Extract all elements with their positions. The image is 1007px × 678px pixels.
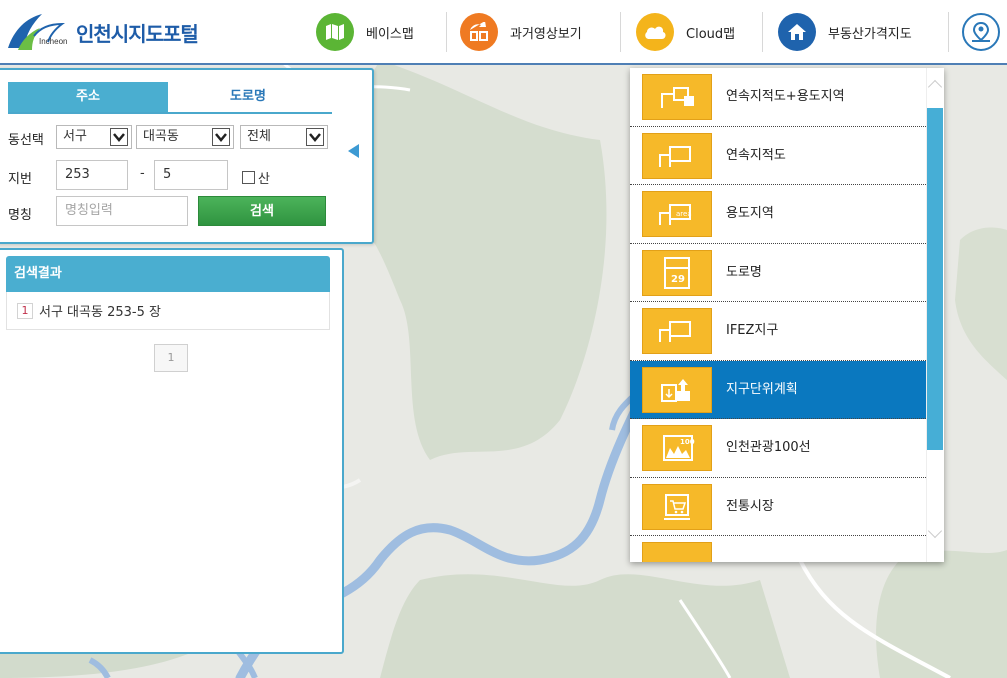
scroll-up-icon[interactable] (927, 79, 943, 95)
nav-location-button[interactable] (962, 12, 1007, 52)
road-sign-number: 29 (671, 274, 685, 285)
nav-divider (446, 12, 447, 52)
chevron-down-icon (110, 128, 128, 146)
type-select-value: 전체 (247, 129, 271, 144)
layer-label: 지구단위계획 (726, 381, 798, 397)
district-plan-icon (642, 366, 712, 413)
layer-item-zoning[interactable]: area 용도지역 (630, 185, 926, 244)
layer-label: 도로명 (726, 264, 762, 280)
layer-label: 인천관광100선 (726, 440, 811, 455)
layer-item-cadastral-zoning[interactable]: 연속지적도+용도지역 (630, 68, 926, 127)
cadastral-zone-icon (642, 74, 712, 120)
address-search-panel: 주소 도로명 동선택 서구 대곡동 전체 지번 253 - 5 산 명칭 명칭입… (0, 68, 374, 244)
zoning-area-icon: area (642, 191, 712, 237)
ifez-icon (642, 308, 712, 354)
cadastral-icon (642, 132, 712, 179)
layer-item-ifez[interactable]: IFEZ지구 (630, 302, 926, 361)
dong-select-label: 동선택 (8, 133, 44, 148)
gu-select[interactable]: 서구 (56, 125, 132, 149)
name-input[interactable]: 명칭입력 (56, 196, 188, 226)
layer-list: 연속지적도+용도지역 연속지적도 area 용도지역 29 도로명 IFEZ지구 (630, 68, 926, 562)
mountain-checkbox[interactable]: 산 (242, 168, 270, 187)
nav-realestate-button[interactable]: 부동산가격지도 (778, 12, 912, 52)
dong-select-value: 대곡동 (143, 129, 179, 144)
result-number-badge: 1 (17, 302, 33, 319)
layer-item-road-name[interactable]: 29 도로명 (630, 243, 926, 302)
nav-divider (762, 12, 763, 52)
tab-road-name[interactable]: 도로명 (168, 82, 328, 112)
gu-select-value: 서구 (63, 129, 87, 144)
nav-divider (620, 12, 621, 52)
map-icon (316, 13, 354, 51)
nav-cloudmap-label: Cloud맵 (686, 26, 736, 42)
top-header: Incheon 인천시지도포털 베이스맵 과거영상보기 Cloud맵 부동산가격… (0, 0, 1007, 65)
road-sign-icon: 29 (642, 249, 712, 296)
search-result-panel: 검색결과 1 서구 대곡동 253-5 장 1 (0, 248, 344, 654)
layer-item-district-plan[interactable]: 지구단위계획 (630, 360, 926, 419)
pagination-page-1[interactable]: 1 (154, 344, 188, 372)
checkbox-box (242, 171, 255, 184)
nav-realestate-label: 부동산가격지도 (828, 26, 912, 42)
layer-item-market[interactable]: 전통시장 (630, 477, 926, 536)
nav-basemap-label: 베이스맵 (366, 26, 414, 42)
cloud-icon (636, 13, 674, 51)
name-label: 명칭 (8, 208, 32, 223)
mountain-checkbox-label: 산 (258, 172, 270, 187)
layer-item-cadastral[interactable]: 연속지적도 (630, 126, 926, 185)
collapse-panel-icon[interactable] (348, 144, 359, 158)
tourism-icon: 100 (642, 425, 712, 471)
scroll-down-icon[interactable] (927, 523, 943, 539)
layer-label: 용도지역 (726, 206, 774, 221)
result-header: 검색결과 (6, 256, 330, 292)
nav-divider (948, 12, 949, 52)
nav-history-label: 과거영상보기 (510, 26, 582, 42)
layer-label: 연속지적도 (726, 147, 786, 163)
chevron-down-icon (212, 128, 230, 146)
site-logo[interactable]: Incheon 인천시지도포털 (4, 10, 224, 56)
result-item[interactable]: 1 서구 대곡동 253-5 장 (6, 292, 330, 330)
type-select[interactable]: 전체 (240, 125, 328, 149)
tab-address[interactable]: 주소 (8, 82, 168, 112)
jibun-dash: - (140, 166, 145, 181)
dong-select[interactable]: 대곡동 (136, 125, 234, 149)
zoning-icon-text: area (676, 210, 692, 218)
layer-label: 연속지적도+용도지역 (726, 89, 845, 104)
layer-dropdown: 연속지적도+용도지역 연속지적도 area 용도지역 29 도로명 IFEZ지구 (630, 68, 944, 562)
jibun-sub-input[interactable]: 5 (154, 160, 228, 190)
portal-title: 인천시지도포털 (76, 22, 199, 46)
jibun-main-input[interactable]: 253 (56, 160, 128, 190)
layer-label: IFEZ지구 (726, 323, 779, 338)
layer-item-partial[interactable] (630, 536, 926, 562)
layer-label: 전통시장 (726, 498, 774, 514)
history-icon (460, 13, 498, 51)
layer-scrollbar[interactable] (926, 68, 944, 562)
logo-subtext: Incheon (39, 37, 68, 46)
market-icon (642, 483, 712, 530)
search-button[interactable]: 검색 (198, 196, 326, 226)
home-icon (778, 13, 816, 51)
nav-basemap-button[interactable]: 베이스맵 (316, 12, 414, 52)
tourism-icon-text: 100 (680, 438, 695, 446)
nav-history-button[interactable]: 과거영상보기 (460, 12, 582, 52)
scrollbar-thumb[interactable] (927, 108, 943, 450)
layer-item-tourism[interactable]: 100 인천관광100선 (630, 419, 926, 478)
search-tabs: 주소 도로명 (8, 82, 332, 114)
map-pin-user-icon (962, 13, 1000, 51)
layer-icon (642, 542, 712, 562)
nav-cloudmap-button[interactable]: Cloud맵 (636, 12, 735, 52)
result-item-text: 서구 대곡동 253-5 장 (39, 305, 161, 320)
jibun-label: 지번 (8, 172, 32, 187)
chevron-down-icon (306, 128, 324, 146)
fly-incheon-logo-icon (8, 14, 66, 50)
